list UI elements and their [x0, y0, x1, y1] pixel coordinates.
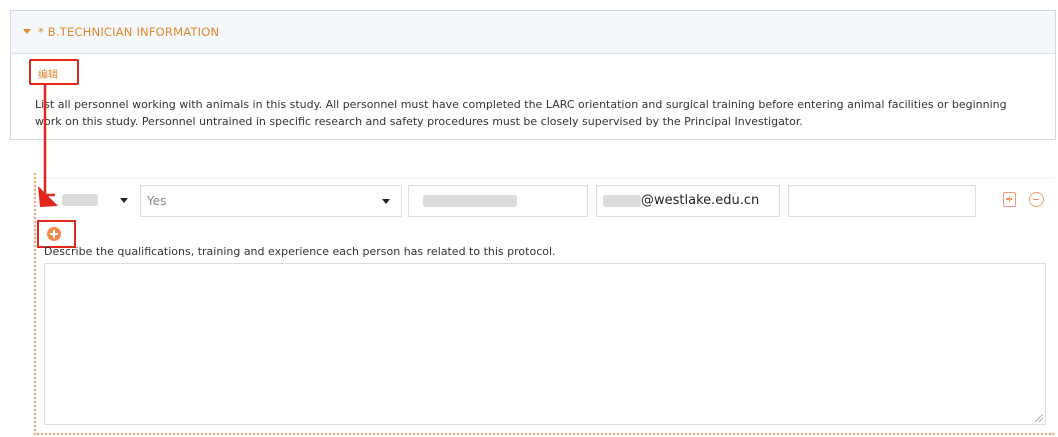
email-input-value: @westlake.edu.cn	[641, 193, 760, 208]
edit-button-label: 编辑	[38, 70, 58, 81]
email-input[interactable]: @westlake.edu.cn	[596, 185, 780, 217]
redacted-id	[423, 195, 517, 207]
personnel-name-select[interactable]	[44, 185, 132, 217]
technician-section-panel: * B.TECHNICIAN INFORMATION 编辑 List all p…	[10, 10, 1056, 140]
trained-select-value: Yes	[147, 194, 167, 208]
section-header[interactable]: * B.TECHNICIAN INFORMATION	[11, 11, 1055, 54]
edit-button[interactable]: 编辑	[29, 59, 79, 85]
qualifications-textarea[interactable]	[44, 263, 1046, 425]
redacted-name	[62, 194, 98, 206]
caret-down-icon[interactable]	[23, 29, 31, 34]
resize-grip-icon[interactable]	[1035, 414, 1043, 422]
extra-input[interactable]	[788, 185, 976, 217]
remove-row-icon[interactable]	[1029, 192, 1044, 207]
copy-row-icon[interactable]	[1003, 192, 1016, 207]
trained-select[interactable]: Yes	[140, 185, 402, 217]
row-divider	[36, 177, 1054, 178]
personnel-id-input[interactable]	[408, 185, 588, 217]
add-row-highlight	[37, 220, 76, 248]
add-row-icon[interactable]	[47, 227, 61, 241]
redacted-email-user	[603, 195, 641, 207]
qualifications-label: Describe the qualifications, training an…	[44, 245, 556, 258]
section-title: * B.TECHNICIAN INFORMATION	[38, 25, 220, 39]
dropdown-arrow-icon[interactable]	[382, 199, 390, 204]
personnel-edit-panel: Yes @westlake.edu.cn Describe the qualif…	[34, 173, 1054, 435]
dropdown-arrow-icon[interactable]	[120, 198, 128, 203]
section-instructions: List all personnel working with animals …	[35, 98, 1007, 128]
